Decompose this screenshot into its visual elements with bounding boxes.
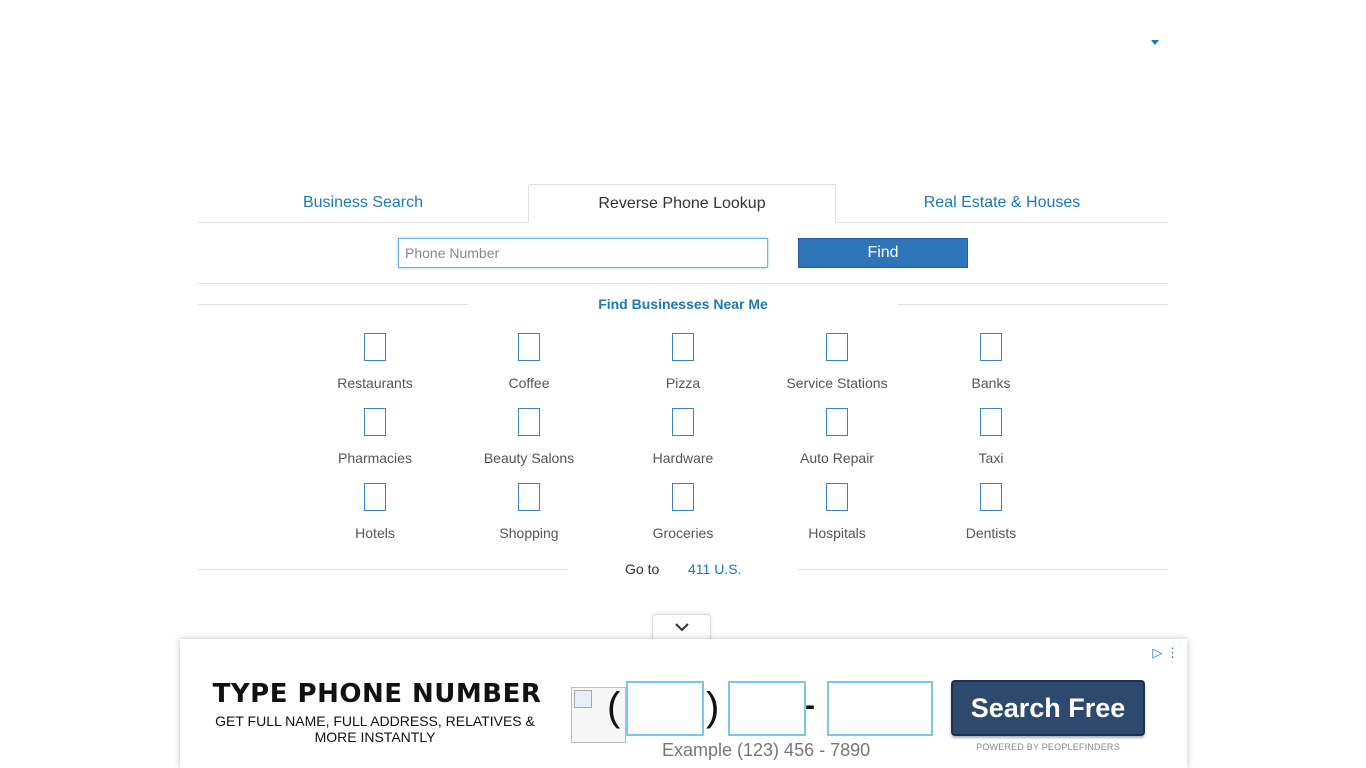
banks-icon	[980, 333, 1002, 361]
category-groceries[interactable]: Groceries	[606, 483, 760, 541]
find-businesses-near-me-heading: Find Businesses Near Me	[598, 296, 768, 312]
groceries-icon	[672, 483, 694, 511]
pizza-icon	[672, 333, 694, 361]
category-coffee[interactable]: Coffee	[452, 333, 606, 391]
category-label: Groceries	[652, 525, 714, 541]
powered-by-text: POWERED BY PEOPLEFINDERS	[976, 742, 1120, 752]
phone-number-input[interactable]	[398, 238, 768, 268]
category-hotels[interactable]: Hotels	[298, 483, 452, 541]
category-beauty-salons[interactable]: Beauty Salons	[452, 408, 606, 466]
category-pharmacies[interactable]: Pharmacies	[298, 408, 452, 466]
service-stations-icon	[826, 333, 848, 361]
category-label: Beauty Salons	[483, 450, 575, 466]
category-label: Hardware	[652, 450, 714, 466]
category-label: Coffee	[508, 375, 550, 391]
category-hospitals[interactable]: Hospitals	[760, 483, 914, 541]
coffee-icon	[518, 333, 540, 361]
category-label: Hotels	[355, 525, 395, 541]
goto-411-us-link[interactable]: 411 U.S.	[688, 561, 741, 577]
open-paren: (	[607, 685, 621, 729]
hardware-icon	[672, 408, 694, 436]
pharmacies-icon	[364, 408, 386, 436]
category-hardware[interactable]: Hardware	[606, 408, 760, 466]
tab-reverse-phone-lookup[interactable]: Reverse Phone Lookup	[528, 184, 836, 223]
category-label: Pizza	[665, 375, 701, 391]
dash-separator: -	[805, 689, 815, 722]
area-code-field[interactable]	[626, 681, 704, 736]
divider-right	[898, 304, 1168, 305]
line-number-field[interactable]	[827, 681, 933, 736]
goto-label: Go to	[625, 561, 660, 577]
hospitals-icon	[826, 483, 848, 511]
tab-real-estate-houses[interactable]: Real Estate & Houses	[836, 184, 1168, 223]
category-taxi[interactable]: Taxi	[914, 408, 1068, 466]
ad-choices-icon[interactable]: ▷ ⋮	[1152, 645, 1179, 661]
search-form: Find	[198, 223, 1168, 284]
auto-repair-icon	[826, 408, 848, 436]
ad-subtext: GET FULL NAME, FULL ADDRESS, RELATIVES &…	[215, 713, 535, 745]
category-label: Pharmacies	[338, 450, 412, 466]
category-label: Auto Repair	[800, 450, 874, 466]
find-button[interactable]: Find	[798, 238, 968, 268]
ad-example-text: Example (123) 456 - 7890	[662, 740, 871, 760]
category-restaurants[interactable]: Restaurants	[298, 333, 452, 391]
close-paren: )	[706, 685, 720, 729]
category-banks[interactable]: Banks	[914, 333, 1068, 391]
tab-business-search[interactable]: Business Search	[198, 184, 528, 223]
category-dentists[interactable]: Dentists	[914, 483, 1068, 541]
search-tabs: Business Search Reverse Phone Lookup Rea…	[198, 184, 1168, 223]
account-dropdown-caret-icon[interactable]	[1151, 40, 1159, 45]
category-label: Hospitals	[808, 525, 866, 541]
advertisement-banner: ▷ ⋮ TYPE PHONE NUMBER GET FULL NAME, FUL…	[180, 639, 1187, 768]
category-label: Service Stations	[786, 375, 888, 391]
category-label: Banks	[971, 375, 1011, 391]
divider-left	[198, 304, 468, 305]
dentists-icon	[980, 483, 1002, 511]
shopping-icon	[518, 483, 540, 511]
ad-headline: TYPE PHONE NUMBER	[212, 679, 542, 709]
category-shopping[interactable]: Shopping	[452, 483, 606, 541]
taxi-icon	[980, 408, 1002, 436]
beauty-salons-icon	[518, 408, 540, 436]
category-service-stations[interactable]: Service Stations	[760, 333, 914, 391]
hotels-icon	[364, 483, 386, 511]
divider-right	[798, 569, 1168, 570]
chevron-down-icon	[675, 623, 689, 632]
divider-left	[198, 569, 568, 570]
ad-collapse-button[interactable]	[652, 614, 711, 640]
restaurants-icon	[364, 333, 386, 361]
category-label: Restaurants	[337, 375, 413, 391]
category-label: Taxi	[978, 450, 1004, 466]
category-pizza[interactable]: Pizza	[606, 333, 760, 391]
category-auto-repair[interactable]: Auto Repair	[760, 408, 914, 466]
category-label: Shopping	[499, 525, 559, 541]
category-label: Dentists	[965, 525, 1017, 541]
prefix-field[interactable]	[728, 681, 806, 736]
search-free-button[interactable]: Search Free	[951, 680, 1145, 736]
